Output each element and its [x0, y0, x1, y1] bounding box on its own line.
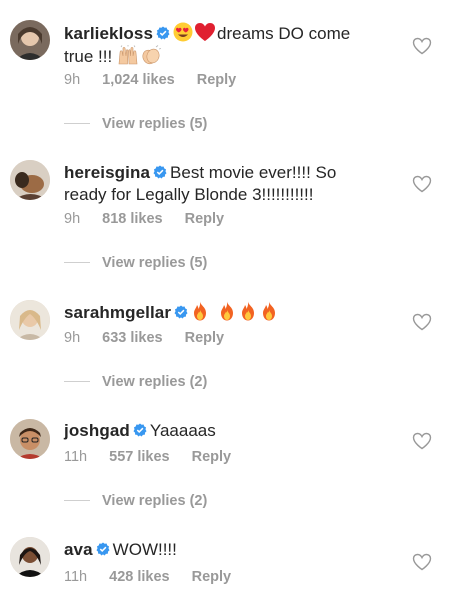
verified-badge-icon	[96, 542, 110, 556]
reply-button[interactable]: Reply	[192, 449, 232, 465]
view-replies-label: View replies (2)	[102, 493, 208, 509]
avatar[interactable]	[10, 20, 50, 60]
verified-badge-icon	[133, 423, 147, 437]
like-heart-icon[interactable]	[412, 37, 432, 55]
username[interactable]: joshgad	[64, 421, 130, 440]
view-replies-label: View replies (2)	[102, 374, 208, 390]
username[interactable]: karliekloss	[64, 24, 153, 43]
avatar[interactable]	[10, 160, 50, 200]
reply-button[interactable]: Reply	[185, 330, 225, 346]
divider	[64, 381, 90, 382]
avatar[interactable]	[10, 537, 50, 577]
fire-emoji	[239, 301, 257, 321]
divider	[64, 500, 90, 501]
fire-emoji	[218, 301, 236, 321]
comment-time: 11h	[64, 569, 88, 585]
avatar[interactable]	[10, 300, 50, 340]
verified-badge-icon	[174, 305, 188, 319]
divider	[64, 123, 90, 124]
likes-count[interactable]: 557 likes	[109, 449, 169, 465]
reply-button[interactable]: Reply	[185, 211, 225, 227]
clapping-hands-emoji	[140, 45, 162, 65]
raising-hands-emoji	[117, 45, 139, 65]
like-heart-icon[interactable]	[412, 313, 432, 331]
comment-text: WOW!!!!	[112, 540, 177, 559]
verified-badge-icon	[156, 26, 170, 40]
avatar[interactable]	[10, 419, 50, 459]
username[interactable]: sarahmgellar	[64, 303, 171, 322]
reply-button[interactable]: Reply	[192, 569, 232, 585]
comment-time: 11h	[64, 449, 88, 465]
verified-badge-icon	[153, 165, 167, 179]
comment-text-line2: ready for Legally Blonde 3!!!!!!!!!!!	[64, 185, 314, 204]
red-heart-emoji	[194, 22, 216, 42]
username[interactable]: hereisgina	[64, 163, 150, 182]
comment-time: 9h	[64, 211, 81, 227]
like-heart-icon[interactable]	[412, 175, 432, 193]
comment-text-line2: true !!!	[64, 47, 113, 66]
heart-eyes-emoji	[173, 22, 193, 42]
likes-count[interactable]: 1,024 likes	[102, 72, 175, 88]
fire-emoji	[191, 301, 209, 321]
like-heart-icon[interactable]	[412, 432, 432, 450]
view-replies-label: View replies (5)	[102, 255, 208, 271]
comment-text: dreams DO come	[217, 24, 351, 43]
reply-button[interactable]: Reply	[197, 72, 237, 88]
comment-text: Yaaaaas	[149, 421, 216, 440]
view-replies-button[interactable]: View replies (5)	[64, 255, 207, 275]
username[interactable]: ava	[64, 540, 93, 559]
likes-count[interactable]: 818 likes	[102, 211, 162, 227]
comment-time: 9h	[64, 72, 81, 88]
view-replies-button[interactable]: View replies (2)	[64, 374, 207, 394]
view-replies-label: View replies (5)	[102, 116, 208, 132]
divider	[64, 262, 90, 263]
comment-text: Best movie ever!!!! So	[170, 163, 337, 182]
likes-count[interactable]: 633 likes	[102, 330, 162, 346]
view-replies-button[interactable]: View replies (2)	[64, 493, 207, 513]
view-replies-button[interactable]: View replies (5)	[64, 116, 207, 136]
comment-time: 9h	[64, 330, 81, 346]
fire-emoji	[260, 301, 278, 321]
like-heart-icon[interactable]	[412, 553, 432, 571]
likes-count[interactable]: 428 likes	[109, 569, 169, 585]
